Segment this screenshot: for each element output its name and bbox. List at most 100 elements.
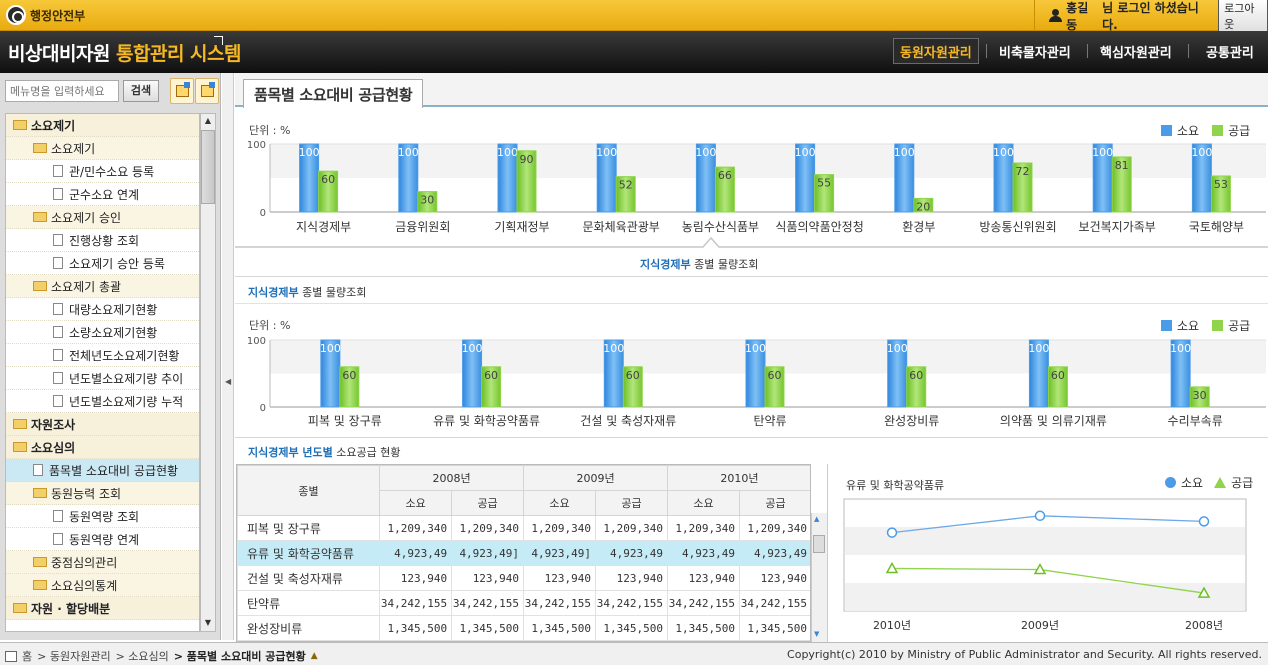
document-icon: [53, 510, 63, 522]
tree-item-label: 소요제기: [51, 141, 96, 156]
category-bar-chart: 0 100 피복 및 장구류 100 60 유류 및 화학공약품류 100 60 건설 및 축성…: [247, 336, 1266, 428]
tree-item-label: 년도별소요제기량 추이: [69, 371, 184, 386]
scroll-down-icon[interactable]: ▼: [201, 616, 215, 630]
collapse-all-icon[interactable]: [195, 78, 219, 104]
section2-title: 지식경제부 종별 물량조회: [248, 284, 366, 300]
tree-item[interactable]: 관/민수소요 등록: [6, 160, 199, 183]
table-scrollbar[interactable]: [811, 513, 827, 642]
x-tick-label: 문화체육관광부: [583, 220, 660, 234]
tree-item[interactable]: 소요제기 승안 등록: [6, 252, 199, 275]
folder-icon: [33, 212, 47, 222]
tree-item[interactable]: 소요제기 총괄: [6, 275, 199, 298]
sidebar-splitter[interactable]: [222, 73, 234, 640]
nav-mobilization-resources[interactable]: 동원자원관리: [893, 38, 979, 64]
breadcrumb-item[interactable]: > 소요심의: [116, 648, 169, 664]
tree-item-label: 전체년도소요제기현황: [69, 348, 180, 363]
value-cell: 4,923,49: [595, 540, 668, 566]
chart2-legend: 소요 공급: [1161, 317, 1250, 334]
tree-item[interactable]: 동원능력 조회: [6, 482, 199, 505]
nav-separator: [986, 44, 987, 58]
chart1-legend: 소요 공급: [1161, 122, 1250, 139]
document-icon: [53, 326, 63, 338]
breadcrumb-item[interactable]: 홈: [22, 648, 32, 664]
table-scroll-thumb[interactable]: [813, 535, 825, 553]
tree-item[interactable]: 동원역량 연계: [6, 528, 199, 551]
table-row[interactable]: 완성장비류 1,345,500 1,345,500 1,345,500 1,345,50…: [237, 615, 810, 641]
bar-value-label: 100: [299, 146, 320, 159]
tree-item[interactable]: 년도별소요제기량 추이: [6, 367, 199, 390]
legend-supply-triangle-icon: [1214, 477, 1227, 488]
x-tick-label: 피복 및 장구류: [308, 414, 382, 428]
value-cell: 4,923,49: [738, 540, 810, 566]
tree-item[interactable]: 자원 · 할당배분: [6, 597, 199, 620]
nav-core-resources[interactable]: 핵심자원관리: [1094, 38, 1178, 64]
ministry-logo[interactable]: 행정안전부: [6, 5, 85, 25]
tree-item-label: 대량소요제기현황: [69, 302, 158, 317]
value-cell: 1,345,500: [595, 615, 668, 641]
tree-item[interactable]: 중점심의관리: [6, 551, 199, 574]
tree-item[interactable]: 군수소요 연계: [6, 183, 199, 206]
bar-value-label: 60: [1051, 369, 1065, 382]
value-cell: 4,923,49]: [523, 540, 597, 566]
tree-item[interactable]: 동원역량 조회: [6, 505, 199, 528]
y-tick-label: 100: [247, 336, 266, 347]
tree-item[interactable]: 년도별소요제기량 누적: [6, 390, 199, 413]
x-tick-label: 지식경제부: [296, 220, 351, 234]
home-icon[interactable]: [5, 650, 17, 662]
value-cell: 123,940: [666, 565, 740, 591]
tree-item[interactable]: 자원조사: [6, 413, 199, 436]
legend-demand-label: 소요: [1177, 124, 1200, 138]
x-tick-label: 국토해양부: [1189, 220, 1244, 234]
tree-item-label: 동원역량 조회: [69, 509, 140, 524]
selected-dept-caption: 지식경제부 종별 물량조회: [640, 256, 758, 272]
value-cell: 1,209,340: [595, 515, 668, 541]
nav-stockpile-management[interactable]: 비축물자관리: [993, 38, 1077, 64]
tree-item[interactable]: 진행상황 조회: [6, 229, 199, 252]
tree-item-label: 관/민수소요 등록: [69, 164, 155, 179]
table-row[interactable]: 피복 및 장구류 1,209,340 1,209,340 1,209,340 1,209…: [237, 515, 810, 541]
value-cell: 1,345,500: [738, 615, 810, 641]
line-chart-legend: 소요 공급: [1165, 474, 1253, 491]
legend-supply-swatch: [1212, 125, 1224, 136]
table-row[interactable]: 유류 및 화학공약품류 4,923,49 4,923,49] 4,923,49] 4,9…: [237, 540, 810, 566]
value-cell: 1,209,340: [379, 515, 453, 541]
tree-item[interactable]: 소요심의통계: [6, 574, 199, 597]
section3-title-dept: 지식경제부 년도별: [248, 446, 333, 459]
app-title[interactable]: 비상대비자원 통합관리 시스템: [8, 39, 241, 66]
user-info: 홍길동 님 로그인 하셨습니다. 로그아웃: [1034, 0, 1268, 35]
tree-item[interactable]: 대량소요제기현황: [6, 298, 199, 321]
tree-item[interactable]: 소량소요제기현황: [6, 321, 199, 344]
tree-item-label: 소요제기 승안 등록: [69, 256, 165, 271]
collapse-sidebar-icon[interactable]: ◀: [225, 377, 231, 386]
tree-item[interactable]: 전체년도소요제기현황: [6, 344, 199, 367]
logout-button[interactable]: 로그아웃: [1218, 0, 1268, 35]
scroll-up-icon[interactable]: ▲: [201, 114, 215, 128]
bar-value-label: 90: [520, 153, 534, 166]
column-header-year: 2009년: [523, 465, 668, 491]
table-row[interactable]: 탄약류 34,242,155 34,242,155 34,242,155 34,242,…: [237, 590, 810, 616]
value-cell: 4,923,49]: [451, 540, 525, 566]
selected-dept-caption-suffix: 종별 물량조회: [694, 258, 759, 271]
search-button[interactable]: 검색: [123, 80, 159, 102]
table-row[interactable]: 건설 및 축성자재류 123,940 123,940 123,940 123,940 12…: [237, 565, 810, 591]
expand-all-icon[interactable]: [170, 78, 194, 104]
tree-item[interactable]: 소요제기 승인: [6, 206, 199, 229]
tree-item[interactable]: 소요제기: [6, 114, 199, 137]
tree-item[interactable]: 품목별 소요대비 공급현황: [6, 459, 199, 482]
column-header-category: 종별: [237, 465, 381, 516]
bar-value-label: 81: [1115, 159, 1129, 172]
breadcrumb-up-icon[interactable]: ▲: [311, 651, 318, 661]
column-header-year: 2010년: [666, 465, 810, 491]
tree-scroll-thumb[interactable]: [201, 130, 215, 204]
bar-value-label: 66: [718, 169, 732, 182]
tab-item-supply-status[interactable]: 품목별 소요대비 공급현황: [243, 79, 424, 108]
tree-item[interactable]: 소요제기: [6, 137, 199, 160]
folder-icon: [33, 488, 47, 498]
tree-item[interactable]: 소요심의: [6, 436, 199, 459]
nav-common-management[interactable]: 공통관리: [1200, 38, 1260, 64]
breadcrumb-item[interactable]: > 동원자원관리: [37, 648, 110, 664]
bar-value-label: 100: [1028, 342, 1049, 355]
table-scroll-up-icon[interactable]: ▲: [814, 515, 819, 523]
menu-search-input[interactable]: [5, 80, 119, 102]
table-scroll-down-icon[interactable]: ▼: [814, 630, 819, 638]
